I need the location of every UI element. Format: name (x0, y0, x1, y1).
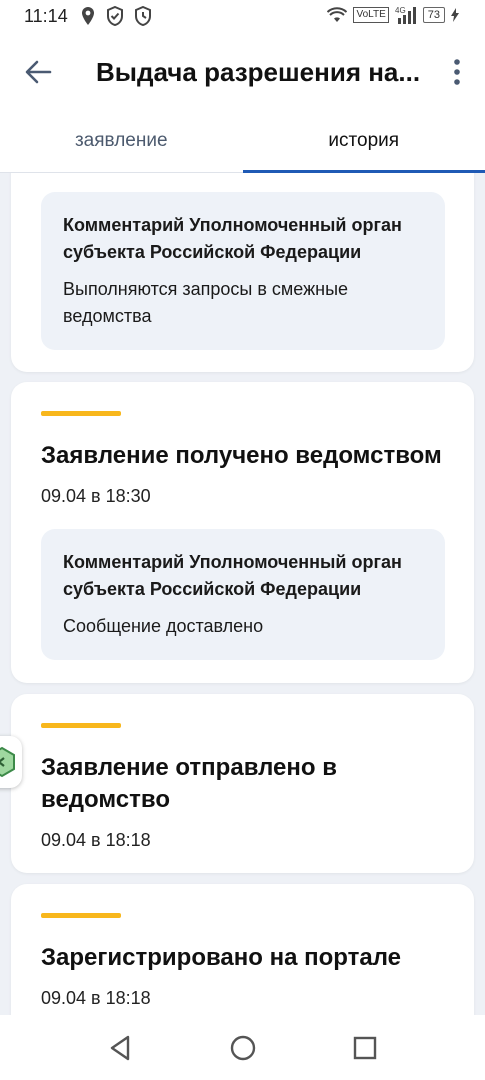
status-bar-indicator (41, 913, 121, 918)
comment-text: Сообщение доставлено (63, 616, 264, 636)
floating-assistant-button[interactable] (0, 736, 22, 788)
comment-text: Выполняются запросы в смежные ведомства (63, 279, 349, 326)
history-card: Зарегистрировано на портале 09.04 в 18:1… (11, 884, 474, 1015)
history-card: Заявление отправлено в ведомство 09.04 в… (11, 694, 474, 873)
wifi-icon (327, 7, 348, 22)
event-date: 09.04 в 18:18 (41, 830, 151, 850)
signal-icon: 4G (395, 6, 416, 24)
status-bar-indicator (41, 723, 121, 728)
nav-recents-icon[interactable] (350, 1033, 380, 1063)
location-icon (82, 7, 94, 25)
arrow-left-icon[interactable] (22, 56, 54, 88)
event-date: 09.04 в 18:18 (41, 988, 151, 1008)
comment-heading: Комментарий Уполномоченный орган субъект… (63, 552, 402, 599)
history-card: Заявление получено ведомством 09.04 в 18… (11, 382, 474, 683)
comment-box: Комментарий Уполномоченный орган субъект… (41, 192, 445, 350)
event-title: Зарегистрировано на портале (41, 944, 401, 971)
system-nav-bar (0, 1015, 485, 1080)
charging-icon (451, 8, 459, 22)
status-bar: 11:14 VoLTE 4G 73 (0, 0, 485, 34)
hexagon-arrow-icon (0, 746, 15, 778)
history-card: Комментарий Уполномоченный орган субъект… (11, 173, 474, 372)
more-vertical-icon[interactable] (449, 56, 465, 88)
history-list[interactable]: Комментарий Уполномоченный орган субъект… (0, 173, 485, 1015)
shield-clock-icon (135, 6, 151, 26)
tab-bar: заявление история (0, 110, 485, 173)
app-bar: Выдача разрешения на... (0, 34, 485, 110)
comment-box: Комментарий Уполномоченный орган субъект… (41, 529, 445, 660)
status-right-icons: VoLTE 4G 73 (327, 6, 459, 24)
event-title: Заявление получено ведомством (41, 442, 442, 469)
status-bar-indicator (41, 411, 121, 416)
comment-heading: Комментарий Уполномоченный орган субъект… (63, 215, 402, 262)
event-date: 09.04 в 18:30 (41, 486, 151, 506)
shield-check-icon (107, 6, 123, 26)
nav-back-icon[interactable] (106, 1033, 136, 1063)
event-title: Заявление отправлено в ведомство (41, 754, 337, 813)
page-title: Выдача разрешения на... (96, 57, 421, 87)
volte-badge: VoLTE (353, 7, 389, 23)
status-time: 11:14 (24, 6, 68, 26)
tab-application[interactable]: заявление (0, 110, 243, 172)
status-left-icons (80, 6, 152, 26)
network-label: 4G (395, 6, 406, 15)
tab-history[interactable]: история (242, 110, 485, 173)
battery-icon: 73 (422, 7, 445, 23)
nav-home-icon[interactable] (228, 1033, 258, 1063)
